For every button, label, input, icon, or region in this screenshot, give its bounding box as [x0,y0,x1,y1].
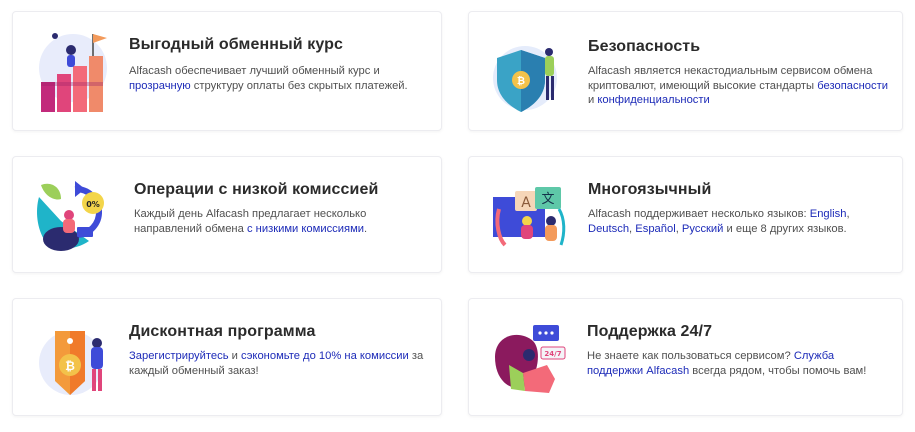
description-link[interactable]: Зарегистрируйтесь [129,350,229,362]
card-title: Безопасность [588,38,701,55]
description-text: Не знаете как пользоваться сервисом? [587,350,794,362]
fee-badge: 0% [86,200,100,209]
discount-tag-icon: ₿ [39,331,103,395]
feature-card-exchange-rate: Выгодный обменный курс Alfacash обеспечи… [12,11,442,131]
description-link[interactable]: сэкономьте до 10% на комиссии [241,350,409,362]
description-link[interactable]: безопасности [817,80,888,92]
description-link[interactable]: Español [635,223,675,235]
description-text: Alfacash обеспечивает лучший обменный ку… [129,65,380,77]
card-title: Поддержка 24/7 [587,323,713,340]
card-description: Alfacash поддерживает несколько языков: … [588,207,873,236]
description-text: Alfacash поддерживает несколько языков: [588,208,810,220]
card-title: Выгодный обменный курс [129,36,344,53]
card-description: Не знаете как пользоваться сервисом? Слу… [587,349,887,378]
description-text: , [846,208,850,220]
card-description: Каждый день Alfacash предлагает нескольк… [134,207,404,236]
feature-card-multilingual: A 文 Многоязычный Alfacash поддерживает н… [468,156,903,273]
support-chat-icon: 24/7 [495,325,566,393]
card-description: Alfacash обеспечивает лучший обменный ку… [129,64,429,93]
card-description: Alfacash является некастодиальным сервис… [588,64,888,108]
card-title: Дисконтная программа [129,323,316,340]
description-text: и [228,350,241,362]
card-description: Зарегистрируйтесь и сэкономьте до 10% на… [129,349,429,378]
feature-card-low-fee: 0% Операции с низкой комиссией Каждый де… [12,156,442,273]
low-fee-icon: 0% [37,181,104,251]
svg-text:₿: ₿ [65,359,75,373]
description-link[interactable]: прозрачную [129,80,191,92]
description-link[interactable]: English [810,208,847,220]
feature-card-security: ₿ Безопасность Alfacash является некасто… [468,11,903,131]
feature-card-support: 24/7 Поддержка 24/7 Не знаете как пользо… [468,298,903,416]
card-title: Операции с низкой комиссией [134,181,379,198]
exchange-rate-chart-icon [39,33,107,112]
glyph-a: A [521,195,531,211]
support-badge: 24/7 [544,350,561,358]
glyph-b: 文 [541,192,554,207]
description-text: и еще 8 других языков. [723,222,847,235]
translate-icon: A 文 [493,187,566,247]
feature-card-discount: ₿ Дисконтная программа Зарегистрируйтесь… [12,298,442,416]
security-shield-icon: ₿ [493,46,557,112]
description-text: всегда рядом, чтобы помочь вам! [689,364,867,377]
svg-text:₿: ₿ [517,75,525,87]
description-text: структуру оплаты без скрытых платежей. [190,79,408,92]
description-text: . [364,222,368,235]
description-link[interactable]: с низкими комиссиями [247,223,364,235]
description-text: и [588,94,598,106]
description-link[interactable]: конфиденциальности [597,94,709,106]
description-link[interactable]: Русский [682,223,724,235]
card-title: Многоязычный [588,181,712,198]
description-link[interactable]: Deutsch [588,223,629,235]
